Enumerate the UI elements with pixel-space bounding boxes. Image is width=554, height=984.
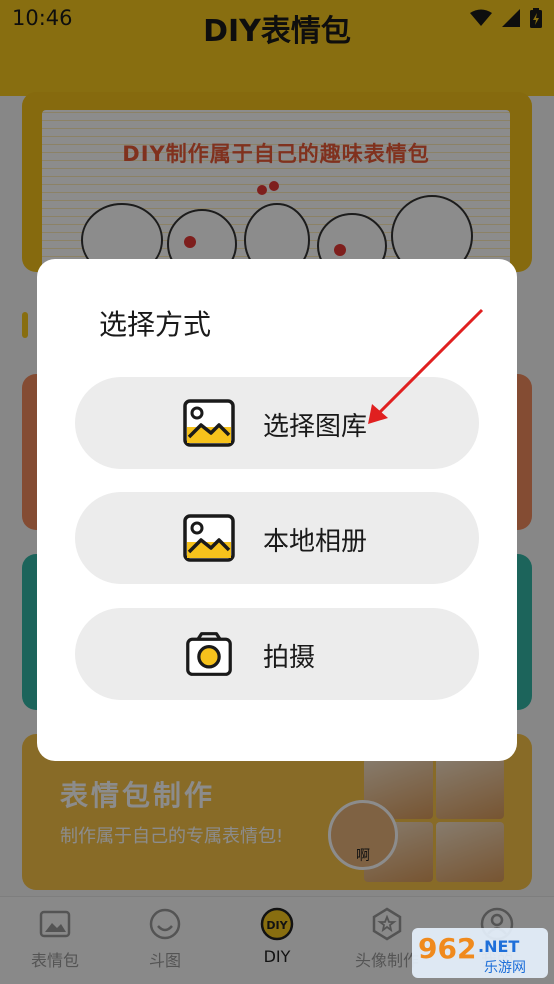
select-gallery-label: 选择图库 xyxy=(263,412,368,442)
local-album-label: 本地相册 xyxy=(263,527,368,557)
site-watermark-logo: 962 .NET 乐游网 xyxy=(412,928,548,978)
watermark-suffix: .NET xyxy=(478,937,519,956)
select-gallery-button[interactable]: 选择图库 xyxy=(75,377,479,469)
dialog-title: 选择方式 xyxy=(99,308,212,341)
take-photo-button[interactable]: 拍摄 xyxy=(75,608,479,700)
camera-icon xyxy=(186,632,232,676)
album-icon xyxy=(183,514,235,562)
watermark-number: 962 xyxy=(418,932,476,965)
local-album-button[interactable]: 本地相册 xyxy=(75,492,479,584)
watermark-cn: 乐游网 xyxy=(484,960,526,976)
choose-method-dialog: 选择方式 选择图库 本地相册 拍摄 xyxy=(37,259,517,761)
gallery-icon xyxy=(183,399,235,447)
take-photo-label: 拍摄 xyxy=(263,643,316,673)
